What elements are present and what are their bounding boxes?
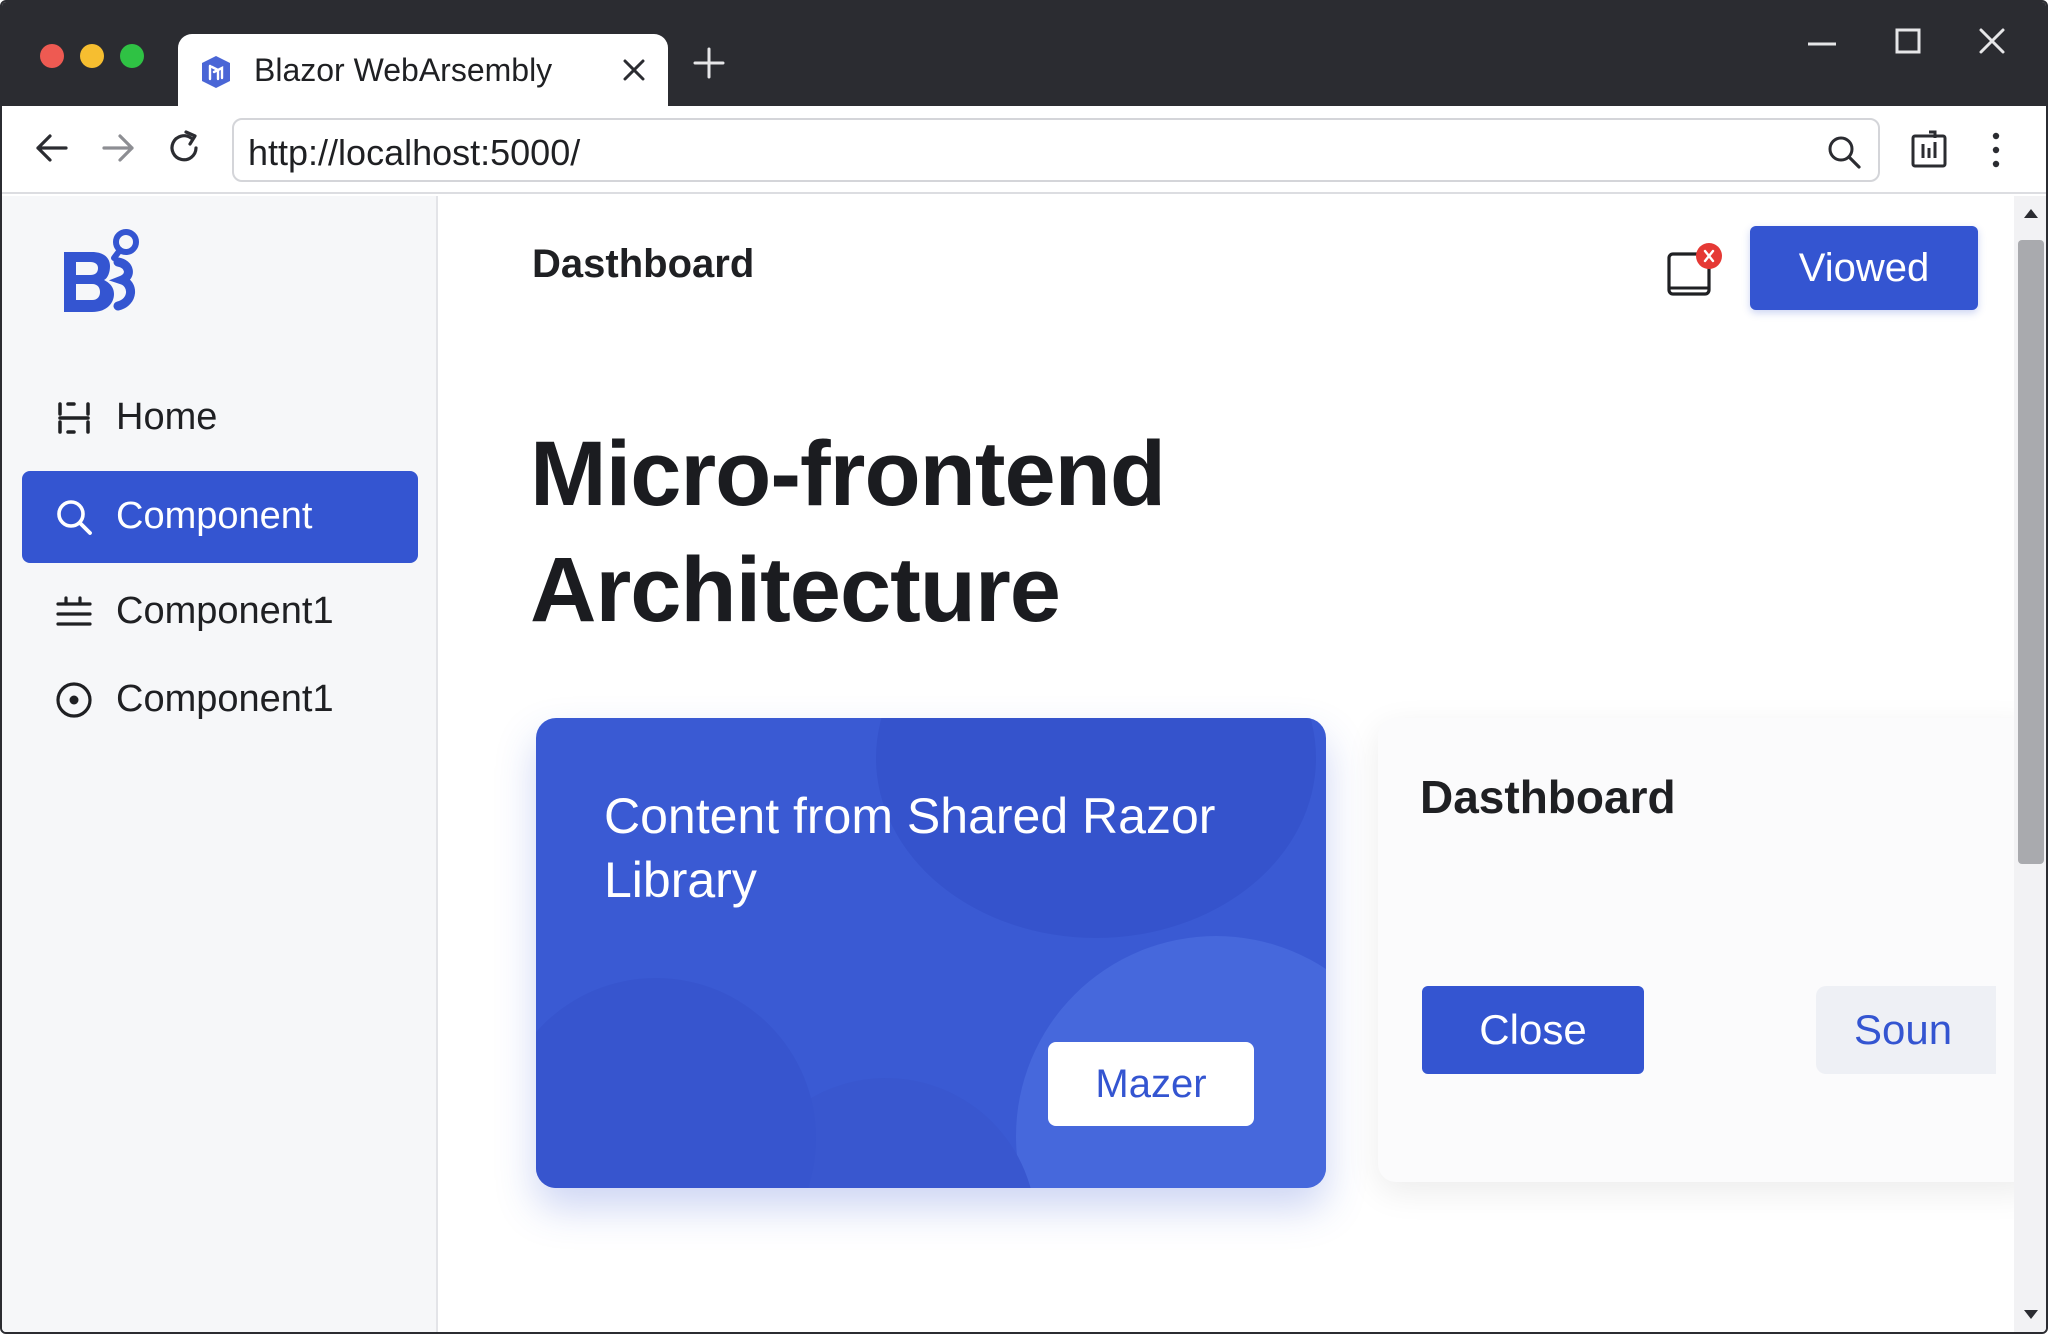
viewed-button[interactable]: Viowed: [1750, 226, 1978, 310]
sidebar-item-component1[interactable]: Component1: [22, 566, 418, 658]
extensions-icon[interactable]: [1908, 128, 1950, 170]
title-bar: Blazor WebArsembly: [2, 2, 2046, 106]
minimize-icon[interactable]: [1802, 22, 1842, 62]
home-icon: [58, 402, 90, 434]
hero-line: Architecture: [530, 539, 1061, 641]
window-close-icon[interactable]: [1972, 22, 2012, 62]
notification-icon[interactable]: [1664, 238, 1726, 302]
zoom-window-dot[interactable]: [120, 44, 144, 68]
sidebar-item-label: Home: [116, 396, 218, 438]
dashboard-card: Dasthboard Close Soun: [1378, 718, 2038, 1182]
back-arrow-icon[interactable]: [30, 126, 74, 170]
browser-window: Blazor WebArsembly http://localhost:5000…: [0, 0, 2048, 1334]
new-tab-icon[interactable]: [692, 46, 726, 80]
scrollbar-thumb[interactable]: [2018, 240, 2044, 864]
minimize-window-dot[interactable]: [80, 44, 104, 68]
url-text[interactable]: http://localhost:5000/: [248, 132, 580, 174]
browser-toolbar: http://localhost:5000/: [2, 106, 2046, 194]
sidebar-item-label: Component1: [116, 678, 334, 720]
maximize-icon[interactable]: [1888, 22, 1928, 62]
page-title: Dasthboard: [532, 242, 755, 286]
vertical-scrollbar[interactable]: [2014, 196, 2046, 1332]
card-title: Dasthboard: [1420, 771, 1676, 823]
address-bar[interactable]: http://localhost:5000/: [232, 118, 1880, 182]
hero-line: Micro-frontend: [530, 423, 1166, 525]
search-icon[interactable]: [1824, 132, 1864, 172]
tab-title: Blazor WebArsembly: [254, 52, 553, 88]
app-logo-icon: [64, 229, 139, 312]
sidebar-item-label: Component: [116, 495, 313, 537]
list-icon: [56, 596, 92, 626]
sidebar-item-home[interactable]: Home: [22, 372, 418, 464]
scroll-down-arrow-icon[interactable]: [2022, 1308, 2040, 1322]
decorative-blob: [536, 978, 816, 1188]
card-text: Content from Shared Razor Library: [604, 788, 1216, 908]
scroll-up-arrow-icon[interactable]: [2022, 206, 2040, 220]
mazer-button[interactable]: Mazer: [1048, 1042, 1254, 1126]
sidebar: Home Component Component1 Component1: [2, 196, 438, 1332]
tab-close-icon[interactable]: [616, 52, 652, 88]
reload-icon[interactable]: [162, 126, 206, 170]
search-icon: [57, 500, 92, 535]
sidebar-item-label: Component1: [116, 590, 334, 632]
browser-tab[interactable]: Blazor WebArsembly: [178, 34, 668, 106]
forward-arrow-icon[interactable]: [96, 126, 140, 170]
secondary-button[interactable]: Soun: [1816, 986, 1996, 1074]
more-menu-icon[interactable]: [1982, 128, 2010, 172]
sidebar-item-component[interactable]: Component: [22, 471, 418, 563]
close-button[interactable]: Close: [1422, 986, 1644, 1074]
target-icon: [56, 682, 92, 718]
close-window-dot[interactable]: [40, 44, 64, 68]
blazor-favicon-icon: [202, 56, 230, 88]
sidebar-item-component1-alt[interactable]: Component1: [22, 654, 418, 746]
hero-heading: Micro-frontend Architecture: [530, 416, 1166, 648]
main-content: Dasthboard Viowed Micro-frontend Archite…: [440, 196, 2038, 1332]
shared-library-card: Content from Shared Razor Library Mazer: [536, 718, 1326, 1188]
